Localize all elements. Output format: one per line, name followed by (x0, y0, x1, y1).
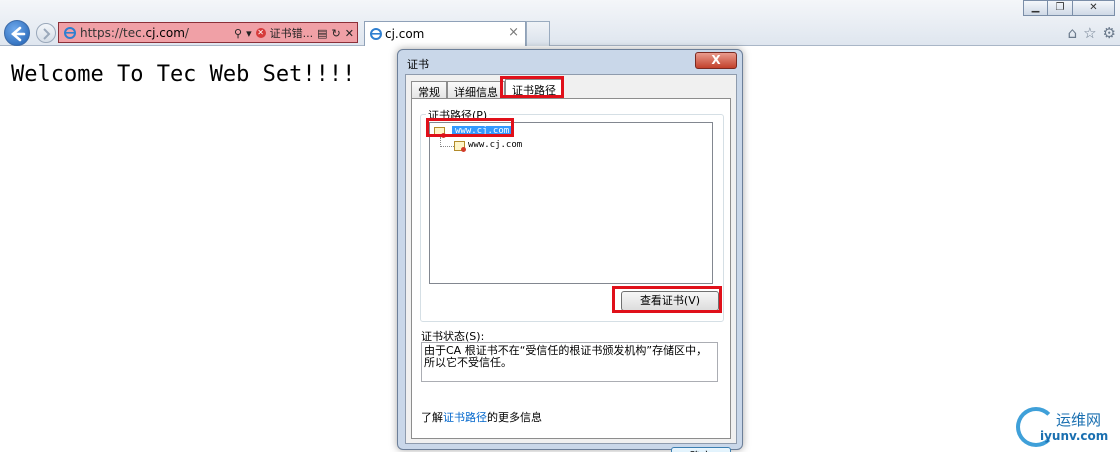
dialog-title: 证书 (407, 58, 429, 71)
window-close-button[interactable]: ✕ (1073, 0, 1115, 16)
dropdown-icon[interactable]: ▾ (246, 27, 252, 40)
restore-button[interactable]: ❐ (1048, 0, 1073, 16)
search-icon[interactable]: ⚲ (234, 27, 242, 40)
back-arrow-icon (11, 26, 26, 42)
ie-icon (370, 28, 382, 40)
tab-general[interactable]: 常规 (411, 81, 447, 99)
gear-icon[interactable]: ⚙ (1103, 24, 1116, 42)
highlight-root-cert (426, 118, 514, 137)
browser-right-icons: ⌂ ☆ ⚙ (1068, 24, 1116, 42)
tab-details[interactable]: 详细信息 (447, 81, 505, 99)
dialog-close-button[interactable]: X (695, 52, 737, 69)
highlight-cert-path-tab (500, 76, 564, 98)
welcome-heading: Welcome To Tec Web Set!!!! (11, 62, 356, 87)
forward-arrow-icon (43, 28, 51, 40)
screen: https://tec.cj.com/ ⚲ ▾ ✕ 证书错... ▤ ↻ ✕ c… (0, 0, 1120, 452)
minimize-button[interactable]: ▁ (1023, 0, 1048, 16)
tab-cj[interactable]: cj.com × (364, 21, 526, 46)
back-button[interactable] (4, 20, 30, 46)
cert-path-link[interactable]: 证书路径 (443, 411, 487, 424)
cert-error-label[interactable]: 证书错... (270, 25, 314, 41)
compat-icon[interactable]: ▤ (317, 27, 327, 40)
highlight-view-cert-button (612, 286, 722, 313)
tree-item-leaf[interactable]: www.cj.com (468, 140, 522, 150)
learn-more: 了解证书路径的更多信息 (421, 411, 542, 424)
ie-icon (64, 27, 76, 39)
favorites-star-icon[interactable]: ☆ (1083, 24, 1096, 42)
url-text: https://tec.cj.com/ (80, 26, 189, 40)
watermark-cn: 运维网 (1056, 411, 1102, 429)
tree-connector (440, 137, 454, 147)
cert-path-tree[interactable]: www.cj.com www.cj.com (429, 122, 713, 284)
cert-path-panel: 证书路径(P) www.cj.com www.cj.com 查看证书(V) 证书… (411, 98, 731, 439)
address-tools: ⚲ ▾ ✕ 证书错... ▤ ↻ ✕ (234, 25, 354, 41)
tab-close-icon[interactable]: × (508, 25, 519, 40)
forward-button[interactable] (36, 23, 56, 43)
watermark-logo: 运维网 iyunv.com (1014, 405, 1120, 452)
cert-error-icon[interactable]: ✕ (255, 28, 266, 38)
browser-toolbar: https://tec.cj.com/ ⚲ ▾ ✕ 证书错... ▤ ↻ ✕ c… (0, 0, 1120, 46)
refresh-icon[interactable]: ↻ (332, 27, 341, 40)
window-controls: ▁ ❐ ✕ (1023, 0, 1115, 16)
certificate-dialog: 证书 X 常规 详细信息 证书路径 证书路径(P) www.cj.com www… (397, 49, 743, 452)
ok-button[interactable]: 确定 (671, 447, 731, 452)
watermark-en: iyunv.com (1040, 429, 1109, 443)
address-bar[interactable]: https://tec.cj.com/ ⚲ ▾ ✕ 证书错... ▤ ↻ ✕ (58, 22, 358, 43)
new-tab-button[interactable] (526, 21, 550, 46)
status-text[interactable]: 由于CA 根证书不在“受信任的根证书颁发机构”存储区中，所以它不受信任。 (421, 342, 718, 382)
cert-icon (454, 141, 466, 152)
tab-title: cj.com (385, 27, 425, 41)
stop-icon[interactable]: ✕ (345, 27, 354, 40)
home-icon[interactable]: ⌂ (1068, 24, 1078, 42)
